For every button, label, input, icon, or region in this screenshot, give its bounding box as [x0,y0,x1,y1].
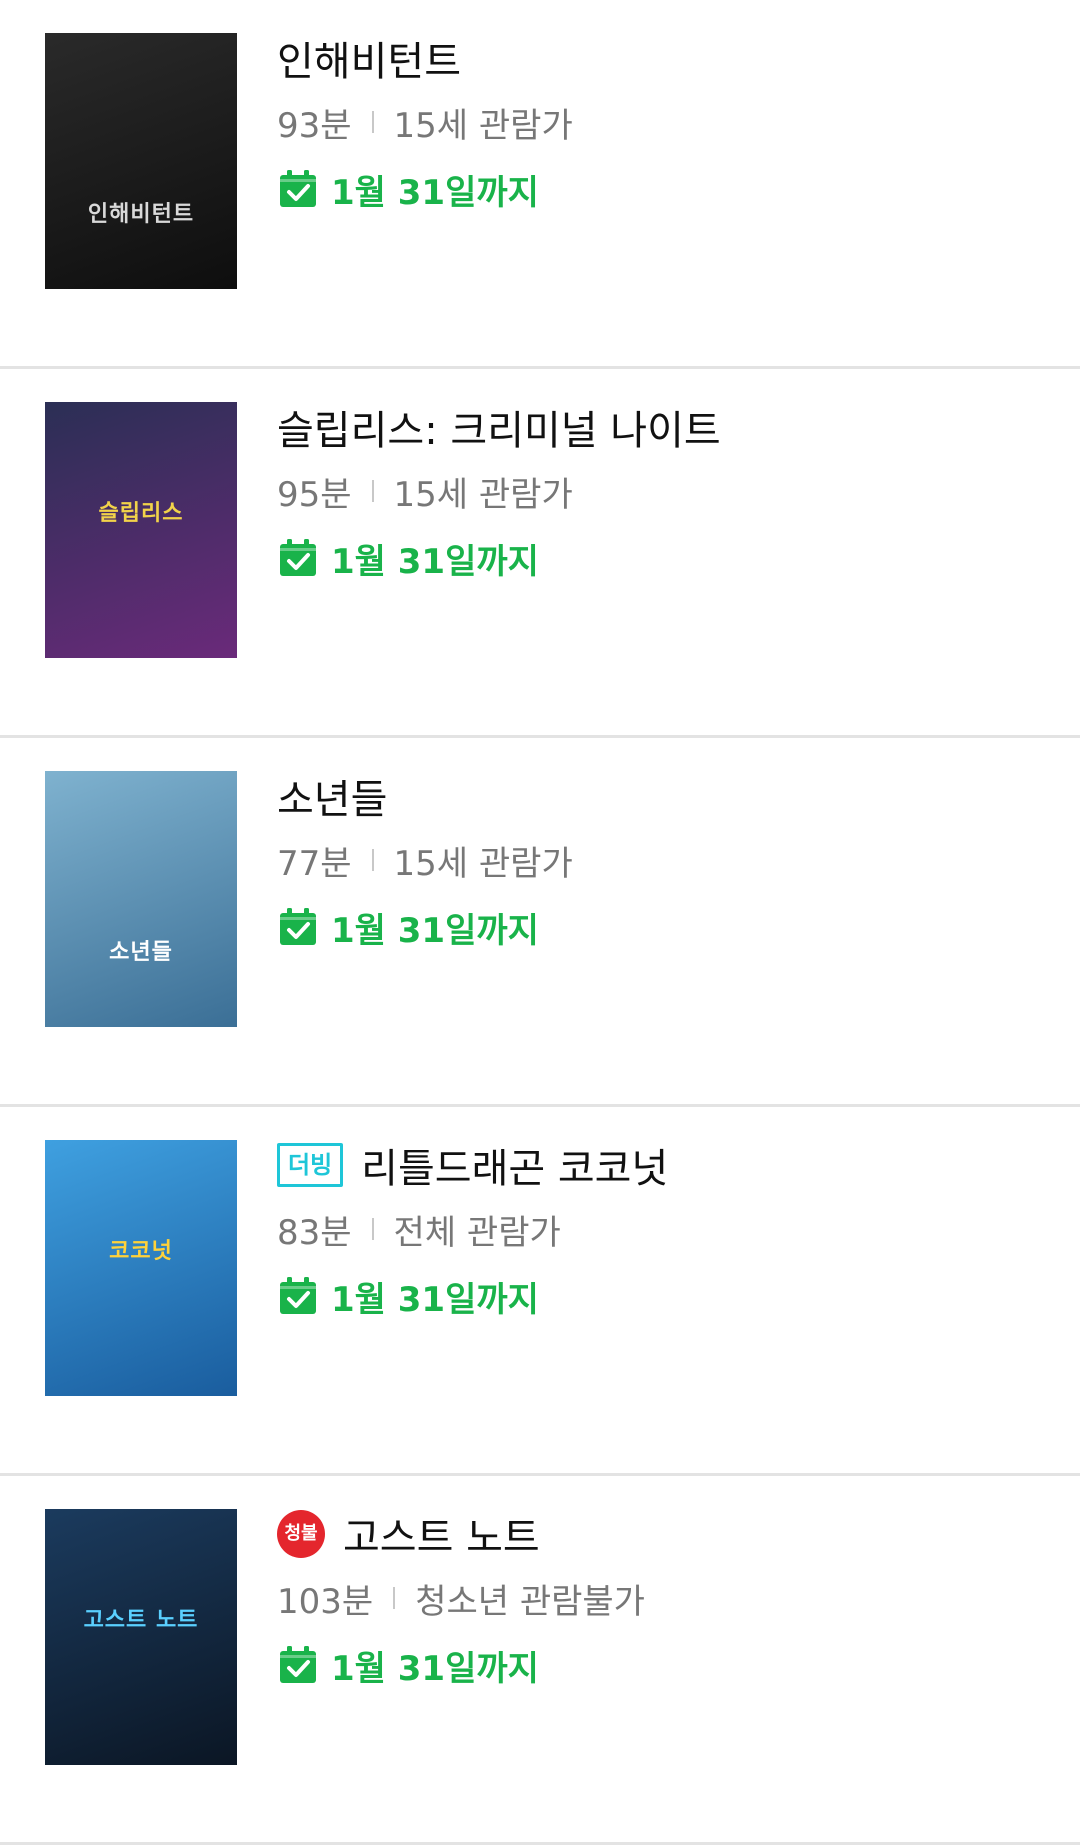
title-row: 슬립리스: 크리미널 나이트 [277,399,1060,455]
movie-age-rating: 15세 관람가 [393,474,573,515]
divider [393,1587,396,1609]
movie-item[interactable]: 고스트 노트 청불 고스트 노트 103분 청소년 관람불가 1월 31일까지 [0,1476,1080,1845]
available-until-text: 1월 31일까지 [331,1279,539,1320]
available-until-text: 1월 31일까지 [331,172,539,213]
title-row: 더빙 리틀드래곤 코코넛 [277,1137,1060,1193]
movie-poster[interactable]: 인해비턴트 [45,33,237,289]
calendar-check-icon [280,908,316,945]
available-until-row: 1월 31일까지 [277,535,1060,582]
meta-row: 83분 전체 관람가 [277,1207,1060,1253]
meta-row: 77분 15세 관람가 [277,838,1060,884]
calendar-check-icon [280,1277,316,1314]
title-row: 인해비턴트 [277,30,1060,86]
meta-row: 103분 청소년 관람불가 [277,1576,1060,1622]
calendar-check-icon [280,170,316,207]
movie-info: 소년들 77분 15세 관람가 1월 31일까지 [277,768,1060,951]
divider [371,111,374,133]
available-until-text: 1월 31일까지 [331,541,539,582]
badge-slot: 청불 [277,1510,343,1558]
movie-runtime: 77분 [277,843,352,884]
title-row: 소년들 [277,768,1060,824]
movie-item[interactable]: 소년들 소년들 77분 15세 관람가 1월 31일까지 [0,738,1080,1107]
poster-title-text: 인해비턴트 [87,202,195,227]
poster-title-text: 고스트 노트 [83,1608,199,1633]
movie-runtime: 95분 [277,474,352,515]
available-until-row: 1월 31일까지 [277,166,1060,213]
available-until-text: 1월 31일까지 [331,910,539,951]
movie-info: 슬립리스: 크리미널 나이트 95분 15세 관람가 1월 31일까지 [277,399,1060,582]
calendar-check-icon [280,1646,316,1683]
movie-age-rating: 전체 관람가 [393,1212,561,1253]
available-until-text: 1월 31일까지 [331,1648,539,1689]
movie-runtime: 103분 [277,1581,374,1622]
movie-poster[interactable]: 소년들 [45,771,237,1027]
divider [371,1218,374,1240]
divider [371,849,374,871]
movie-item[interactable]: 인해비턴트 인해비턴트 93분 15세 관람가 1월 31일까지 [0,0,1080,369]
poster-title-text: 소년들 [109,940,173,965]
title-row: 청불 고스트 노트 [277,1506,1060,1562]
movie-item[interactable]: 코코넛 더빙 리틀드래곤 코코넛 83분 전체 관람가 1월 31일까지 [0,1107,1080,1476]
movie-title[interactable]: 슬립리스: 크리미널 나이트 [277,398,721,456]
movie-poster[interactable]: 코코넛 [45,1140,237,1396]
meta-row: 93분 15세 관람가 [277,100,1060,146]
movie-runtime: 83분 [277,1212,352,1253]
movie-age-rating: 15세 관람가 [393,105,573,146]
movie-item[interactable]: 슬립리스 슬립리스: 크리미널 나이트 95분 15세 관람가 1월 31일까지 [0,369,1080,738]
dubbed-badge: 더빙 [277,1143,344,1187]
movie-runtime: 93분 [277,105,352,146]
available-until-row: 1월 31일까지 [277,1273,1060,1320]
movie-info: 청불 고스트 노트 103분 청소년 관람불가 1월 31일까지 [277,1506,1060,1689]
available-until-row: 1월 31일까지 [277,904,1060,951]
movie-title[interactable]: 소년들 [277,767,387,825]
calendar-check-icon [280,539,316,576]
movie-info: 더빙 리틀드래곤 코코넛 83분 전체 관람가 1월 31일까지 [277,1137,1060,1320]
badge-slot: 더빙 [277,1143,361,1187]
available-until-row: 1월 31일까지 [277,1642,1060,1689]
movie-age-rating: 15세 관람가 [393,843,573,884]
meta-row: 95분 15세 관람가 [277,469,1060,515]
adult-rating-badge: 청불 [277,1510,325,1558]
movie-title[interactable]: 인해비턴트 [277,29,461,87]
divider [371,480,374,502]
poster-title-text: 슬립리스 [98,501,184,526]
movie-age-rating: 청소년 관람불가 [415,1581,645,1622]
movie-poster[interactable]: 고스트 노트 [45,1509,237,1765]
poster-title-text: 코코넛 [109,1239,173,1264]
movie-title[interactable]: 고스트 노트 [343,1505,540,1563]
movie-info: 인해비턴트 93분 15세 관람가 1월 31일까지 [277,30,1060,213]
movie-list: 인해비턴트 인해비턴트 93분 15세 관람가 1월 31일까지 슬립리스 슬립… [0,0,1080,1845]
movie-poster[interactable]: 슬립리스 [45,402,237,658]
movie-title[interactable]: 리틀드래곤 코코넛 [361,1136,668,1194]
